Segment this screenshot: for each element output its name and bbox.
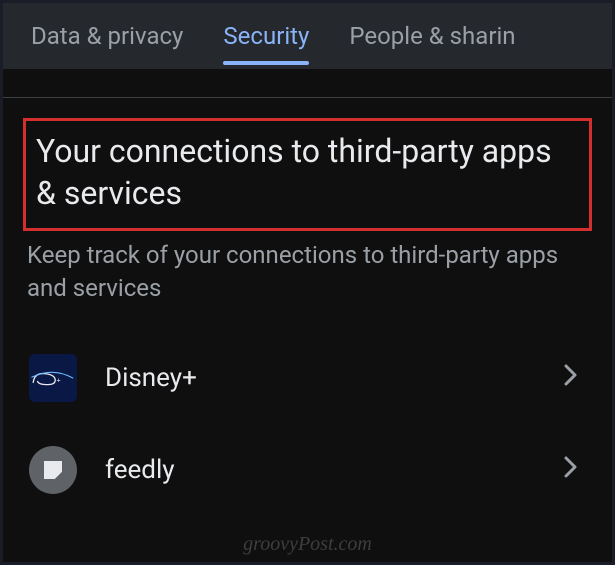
disney-plus-icon: + <box>29 354 77 402</box>
section-subtitle: Keep track of your connections to third-… <box>23 239 592 304</box>
section-header-highlight: Your connections to third-party apps & s… <box>23 118 592 231</box>
app-name-label: feedly <box>105 455 564 485</box>
content-area: Your connections to third-party apps & s… <box>3 98 612 516</box>
tab-bar: Data & privacy Security People & sharin <box>3 3 612 69</box>
feedly-icon <box>29 446 77 494</box>
chevron-right-icon <box>564 364 578 392</box>
svg-text:+: + <box>57 377 61 384</box>
app-row-feedly[interactable]: feedly <box>23 424 592 516</box>
section-title: Your connections to third-party apps & s… <box>36 131 579 214</box>
apps-list: + Disney+ feedly <box>23 332 592 516</box>
app-row-disney[interactable]: + Disney+ <box>23 332 592 424</box>
tab-security[interactable]: Security <box>203 3 329 69</box>
tab-people-sharing[interactable]: People & sharin <box>329 3 535 69</box>
app-name-label: Disney+ <box>105 363 564 393</box>
tab-data-privacy[interactable]: Data & privacy <box>11 3 203 69</box>
chevron-right-icon <box>564 456 578 484</box>
watermark: groovyPost.com <box>243 533 372 556</box>
